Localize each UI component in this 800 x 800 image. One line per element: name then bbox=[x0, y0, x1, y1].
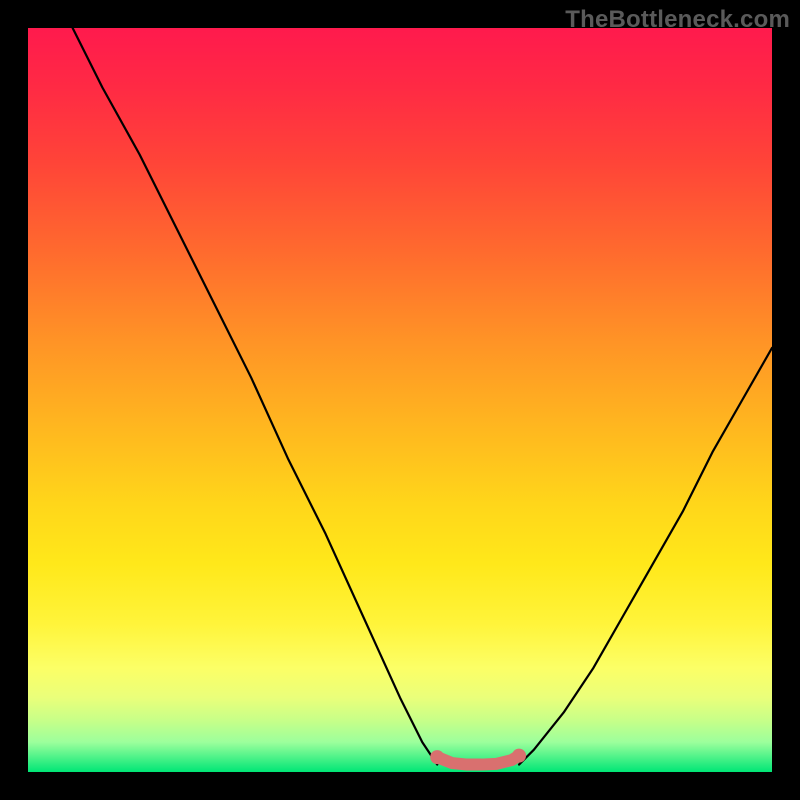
watermark-text: TheBottleneck.com bbox=[565, 6, 790, 34]
curve-layer bbox=[28, 28, 772, 772]
right-arm-path bbox=[519, 348, 772, 765]
valley-marker-start-dot bbox=[430, 750, 444, 764]
plot-area bbox=[28, 28, 772, 772]
chart-stage: TheBottleneck.com bbox=[0, 0, 800, 800]
valley-marker-end-dot bbox=[512, 749, 526, 763]
valley-marker-path bbox=[437, 756, 519, 765]
left-arm-path bbox=[73, 28, 438, 765]
